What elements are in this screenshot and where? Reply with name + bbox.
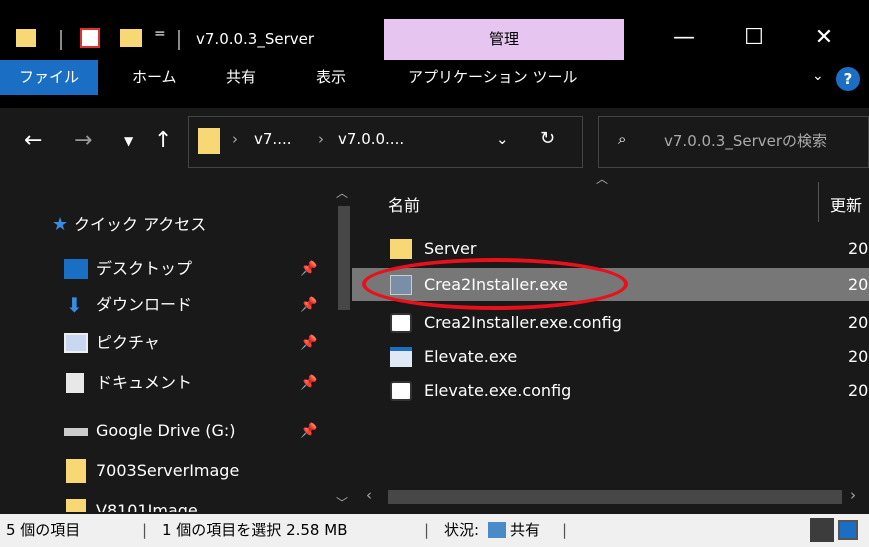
back-button[interactable]: ← [24,128,42,153]
pin-icon[interactable]: 📌 [300,288,317,322]
nav-item-label: Google Drive (G:) [96,421,236,440]
nav-item-downloads[interactable]: ⬇ ダウンロード 📌 [0,288,330,322]
nav-item-label: 7003ServerImage [96,461,240,480]
file-date: 2023 [848,275,869,294]
list-item[interactable]: Elevate.exe 2023 [352,340,869,373]
status-item-count: 5 個の項目 [6,521,81,539]
status-separator: | [142,521,148,539]
nav-item-documents[interactable]: ドキュメント 📌 [0,366,330,400]
nav-item-label: ドキュメント [96,373,193,392]
refresh-icon[interactable]: ↻ [540,128,555,149]
file-date: 2017 [848,381,869,400]
list-item[interactable]: Elevate.exe.config 2017 [352,374,869,407]
tab-home[interactable]: ホーム [120,60,189,95]
nav-item-desktop[interactable]: デスクトップ 📌 [0,252,330,286]
breadcrumb-separator-icon: › [232,130,238,148]
file-name: Elevate.exe [424,347,518,366]
drive-icon [64,428,88,436]
sort-indicator-icon: ︿ [596,172,609,186]
tab-file[interactable]: ファイル [0,60,98,95]
scroll-up-icon[interactable]: ︿ [336,184,348,201]
manage-context-tab[interactable]: 管理 [384,19,624,60]
breadcrumb-separator-icon: › [318,130,324,148]
nav-item-pictures[interactable]: ピクチャ 📌 [0,326,330,360]
large-icons-view-icon[interactable] [838,520,858,540]
nav-item-label: V8101Image [96,501,198,512]
expand-ribbon-icon[interactable]: ⌄ [812,68,824,84]
status-share-value: 共有 [510,521,541,539]
nav-item-label: デスクトップ [96,259,193,278]
list-item[interactable]: Server 2023 [352,232,869,265]
star-icon: ★ [52,214,69,235]
folder-icon [390,239,412,259]
pictures-icon [64,333,88,353]
status-share-label: 状況: [444,521,480,539]
scroll-down-icon[interactable]: ﹀ [336,494,348,511]
users-icon [488,522,506,538]
list-item[interactable]: Crea2Installer.exe.config 2017 [352,306,869,339]
up-button[interactable]: ↑ [154,128,172,153]
minimize-button[interactable]: — [654,18,714,58]
search-input[interactable]: v7.0.0.3_Serverの検索 [664,130,827,151]
status-bar: 5 個の項目 | 1 個の項目を選択 2.58 MB | 状況: 共有 | [0,514,869,547]
tab-share[interactable]: 共有 [214,60,268,95]
forward-button[interactable]: → [74,128,92,153]
exe-icon [390,347,412,367]
config-icon [390,381,412,401]
window-title: v7.0.0.3_Server [196,30,315,48]
scroll-left-icon[interactable]: ‹ [366,486,372,504]
config-icon [390,313,412,333]
column-header-name[interactable]: 名前 [388,192,420,216]
status-separator: | [562,521,568,539]
nav-item-label: ダウンロード [96,295,193,314]
nav-item-label: ピクチャ [96,333,160,352]
separator [60,30,62,50]
search-icon: ⌕ [618,130,627,148]
status-separator: | [424,521,430,539]
breadcrumb-item[interactable]: v7.... [254,130,292,148]
file-name: Crea2Installer.exe.config [424,313,622,332]
separator [178,30,180,50]
file-date: 2023 [848,347,869,366]
breadcrumb-item[interactable]: v7.0.0.... [338,130,404,148]
nav-item-v8101image[interactable]: V8101Image [0,494,330,512]
status-selection: 1 個の項目を選択 2.58 MB [162,521,348,539]
close-button[interactable]: ✕ [794,18,854,58]
download-icon: ⬇ [66,293,83,317]
address-dropdown-icon[interactable]: ⌄ [496,130,509,148]
documents-icon [66,373,84,393]
help-icon[interactable]: ? [836,67,860,91]
folder-icon [16,29,36,47]
new-folder-icon[interactable] [120,29,142,47]
file-date: 2023 [848,239,869,258]
nav-item-google-drive[interactable]: Google Drive (G:) 📌 [0,414,330,448]
nav-item-quick-access[interactable]: ★ クイック アクセス [0,208,330,242]
column-header-date[interactable]: 更新 [830,192,862,216]
recent-locations-icon[interactable]: ▼ [124,134,133,148]
tab-view[interactable]: 表示 [304,60,358,95]
nav-scrollbar-thumb[interactable] [338,206,350,310]
tab-app-tools[interactable]: アプリケーション ツール [396,60,589,95]
folder-icon [66,499,86,512]
pin-icon[interactable]: 📌 [300,414,317,448]
scroll-right-icon[interactable]: › [850,486,856,504]
horizontal-scrollbar-thumb[interactable] [388,490,842,504]
folder-icon [198,128,220,154]
column-divider [818,182,819,222]
pin-icon[interactable]: 📌 [300,326,317,360]
file-name: Elevate.exe.config [424,381,572,400]
pin-icon[interactable]: 📌 [300,252,317,286]
navigation-pane: ★ クイック アクセス デスクトップ 📌 ⬇ ダウンロード 📌 ピクチャ 📌 ド… [0,182,352,512]
desktop-icon [64,259,88,279]
pin-icon[interactable]: 📌 [300,366,317,400]
properties-icon[interactable] [80,28,100,48]
highlight-ellipse [362,258,628,310]
details-view-icon[interactable] [810,518,834,542]
customize-qat-icon[interactable]: = [154,26,166,42]
file-date: 2017 [848,313,869,332]
maximize-button[interactable]: ☐ [724,18,784,58]
folder-icon [66,459,86,483]
nav-item-label: クイック アクセス [74,215,207,234]
nav-item-7003serverimage[interactable]: 7003ServerImage [0,454,330,488]
